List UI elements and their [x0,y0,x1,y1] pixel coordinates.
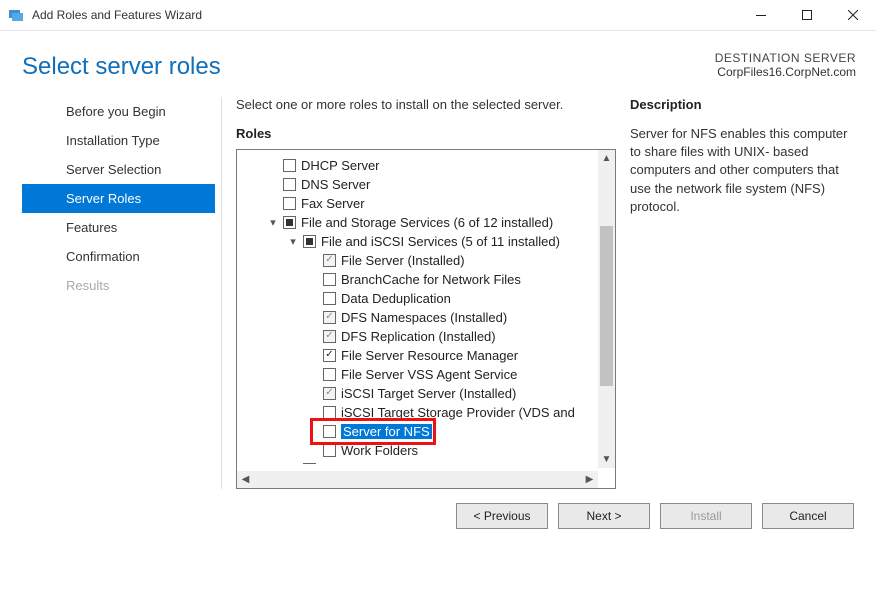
tree-node-label[interactable]: File Server Resource Manager [341,348,518,363]
tree-node-label[interactable]: File and iSCSI Services (5 of 11 install… [321,234,560,249]
tree-node[interactable]: File Server VSS Agent Service [243,365,611,384]
maximize-button[interactable] [784,0,830,30]
wizard-step[interactable]: Installation Type [22,126,215,155]
destination-label: DESTINATION SERVER [715,51,856,65]
wizard-body: DESTINATION SERVER CorpFiles16.CorpNet.c… [0,31,876,529]
tree-node[interactable]: ▾ File and iSCSI Services (5 of 11 instal… [243,232,611,251]
tree-node[interactable]: File Server Resource Manager [243,346,611,365]
checkbox[interactable] [323,387,336,400]
wizard-step[interactable]: Features [22,213,215,242]
checkbox[interactable] [323,368,336,381]
tree-node-label[interactable]: Data Deduplication [341,291,451,306]
tree-node-label[interactable]: Storage Services (Installed) [321,462,481,464]
tree-node[interactable]: DHCP Server [243,156,611,175]
next-button[interactable]: Next > [558,503,650,529]
scroll-right-icon[interactable]: ▶ [581,471,598,488]
tree-node[interactable]: DFS Namespaces (Installed) [243,308,611,327]
checkbox[interactable] [323,311,336,324]
highlight-box [310,418,436,445]
checkbox[interactable] [283,216,296,229]
tree-node[interactable]: iSCSI Target Server (Installed) [243,384,611,403]
instruction-text: Select one or more roles to install on t… [236,97,616,112]
tree-node[interactable]: Data Deduplication [243,289,611,308]
checkbox[interactable] [323,254,336,267]
tree-node-label[interactable]: DFS Namespaces (Installed) [341,310,507,325]
scroll-left-icon[interactable]: ◀ [237,471,254,488]
tree-node-label[interactable]: File Server VSS Agent Service [341,367,517,382]
tree-node-label[interactable]: Work Folders [341,443,418,458]
minimize-button[interactable] [738,0,784,30]
tree-node[interactable]: DFS Replication (Installed) [243,327,611,346]
destination-server-name: CorpFiles16.CorpNet.com [715,65,856,79]
tree-node-label[interactable]: Fax Server [301,196,365,211]
previous-button[interactable]: < Previous [456,503,548,529]
description-text: Server for NFS enables this computer to … [630,125,854,216]
tree-node-label[interactable]: BranchCache for Network Files [341,272,521,287]
wizard-step: Results [22,271,215,300]
checkbox[interactable] [283,178,296,191]
tree-node[interactable]: Fax Server [243,194,611,213]
window-title: Add Roles and Features Wizard [32,8,738,22]
expander-icon[interactable]: ▾ [288,235,298,248]
wizard-step[interactable]: Server Selection [22,155,215,184]
wizard-step[interactable]: Server Roles [22,184,215,213]
checkbox[interactable] [323,292,336,305]
description-label: Description [630,97,854,112]
checkbox[interactable] [303,235,316,248]
checkbox[interactable] [283,197,296,210]
install-button[interactable]: Install [660,503,752,529]
tree-node[interactable]: Server for NFS [243,422,611,441]
wizard-step[interactable]: Confirmation [22,242,215,271]
checkbox[interactable] [323,444,336,457]
wizard-footer: < Previous Next > Install Cancel [0,489,876,529]
tree-node[interactable]: DNS Server [243,175,611,194]
vertical-scrollbar[interactable]: ▲ ▼ [598,150,615,468]
tree-node-label[interactable]: DFS Replication (Installed) [341,329,496,344]
roles-label: Roles [236,126,616,141]
roles-panel: Select one or more roles to install on t… [236,97,616,489]
checkbox[interactable] [323,349,336,362]
tree-node[interactable]: BranchCache for Network Files [243,270,611,289]
tree-node-label[interactable]: File Server (Installed) [341,253,465,268]
scroll-down-icon[interactable]: ▼ [598,451,615,468]
checkbox[interactable] [323,273,336,286]
checkbox[interactable] [323,330,336,343]
main-layout: Before you BeginInstallation TypeServer … [0,81,876,489]
horizontal-scrollbar[interactable]: ◀ ▶ [237,471,598,488]
cancel-button[interactable]: Cancel [762,503,854,529]
close-button[interactable] [830,0,876,30]
tree-node[interactable]: ▾ File and Storage Services (6 of 12 inst… [243,213,611,232]
tree-node[interactable]: File Server (Installed) [243,251,611,270]
tree-node-label[interactable]: iSCSI Target Server (Installed) [341,386,516,401]
checkbox[interactable] [283,159,296,172]
tree-node-label[interactable]: DNS Server [301,177,370,192]
tree-node-label[interactable]: File and Storage Services (6 of 12 insta… [301,215,553,230]
checkbox[interactable] [303,463,316,464]
description-panel: Description Server for NFS enables this … [630,97,854,489]
expander-icon[interactable]: ▾ [268,216,278,229]
roles-tree[interactable]: DHCP ServerDNS ServerFax Server▾File and… [236,149,616,489]
scroll-up-icon[interactable]: ▲ [598,150,615,167]
scroll-thumb[interactable] [600,226,613,386]
app-icon [8,7,24,23]
wizard-steps: Before you BeginInstallation TypeServer … [22,97,222,489]
titlebar: Add Roles and Features Wizard [0,0,876,31]
tree-node[interactable]: Storage Services (Installed) [243,460,611,464]
tree-node-label[interactable]: DHCP Server [301,158,380,173]
destination-server: DESTINATION SERVER CorpFiles16.CorpNet.c… [715,51,856,79]
wizard-step[interactable]: Before you Begin [22,97,215,126]
